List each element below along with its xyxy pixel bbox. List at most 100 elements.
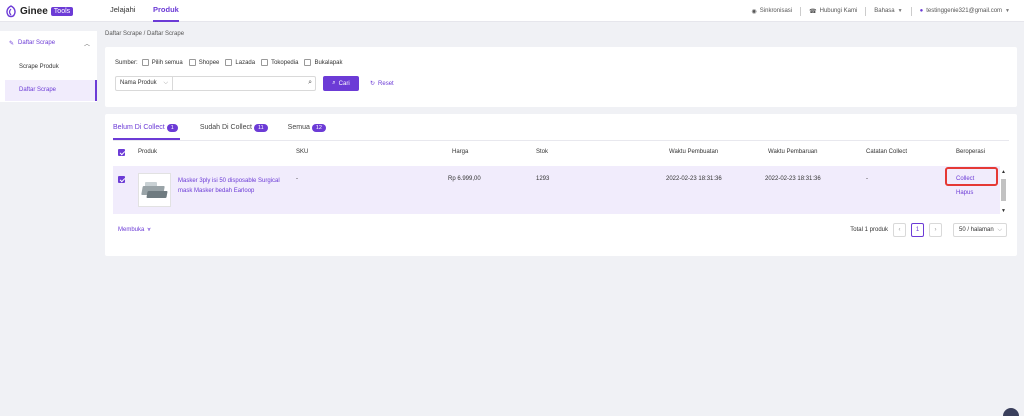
chevron-down-icon: ⌵ bbox=[997, 227, 1002, 233]
tab-label: Semua bbox=[287, 124, 310, 131]
sync-button[interactable]: ◉ Sinkronisasi bbox=[752, 8, 793, 15]
search-button[interactable]: ⌕ Cari bbox=[323, 76, 359, 91]
user-dropdown[interactable]: ● testinggenie321@gmail.com ▼ bbox=[920, 8, 1010, 14]
page-size-value: 50 / halaman bbox=[959, 227, 994, 233]
refresh-icon: ↻ bbox=[370, 81, 376, 87]
reset-button[interactable]: ↻ Reset bbox=[370, 80, 394, 88]
column-header-waktu-pembuatan: Waktu Pembuatan bbox=[669, 149, 719, 155]
search-icon: ⌕ bbox=[332, 80, 336, 86]
breadcrumb: Daftar Scrape / Daftar Scrape bbox=[105, 31, 185, 37]
total-count: Total 1 produk bbox=[850, 227, 888, 233]
tab-count-badge: 11 bbox=[253, 124, 268, 132]
help-chat-button[interactable] bbox=[1003, 408, 1019, 416]
reset-button-label: Reset bbox=[378, 80, 394, 87]
logo[interactable]: Ginee Tools bbox=[5, 4, 74, 18]
top-right-menu: ◉ Sinkronisasi ☎ Hubungi Kami Bahasa ▼ ●… bbox=[752, 0, 1010, 22]
source-label: Sumber: bbox=[115, 59, 138, 66]
source-option-label: Shopee bbox=[198, 59, 220, 66]
checkbox[interactable] bbox=[141, 59, 149, 66]
source-option-label: Lazada bbox=[235, 59, 256, 66]
double-chevron-down-icon: ⩔ bbox=[147, 227, 151, 233]
thumbnail-shape bbox=[146, 191, 168, 198]
source-filter: Sumber: Pilih semua Shopee Lazada Tokope… bbox=[115, 59, 344, 66]
chevron-down-icon: ⌵ bbox=[163, 80, 168, 86]
scroll-thumb[interactable] bbox=[1001, 179, 1006, 201]
tab-label: Sudah Di Collect bbox=[199, 124, 252, 131]
divider bbox=[865, 6, 867, 16]
source-lazada[interactable]: Lazada bbox=[225, 59, 255, 66]
row-checkbox[interactable] bbox=[118, 176, 125, 183]
tab-label: Belum Di Collect bbox=[113, 124, 165, 131]
page-button[interactable]: 1 bbox=[911, 223, 924, 237]
chevron-up-icon: ︿ bbox=[83, 42, 90, 48]
pagination: Total 1 produk ‹ 1 › 50 / halaman ⌵ bbox=[850, 223, 1007, 237]
sidebar-item-daftar-scrape[interactable]: Daftar Scrape bbox=[5, 80, 97, 101]
sidebar-group-daftar-scrape[interactable]: ✎ Daftar Scrape ︿ bbox=[5, 34, 97, 52]
source-tokopedia[interactable]: Tokopedia bbox=[261, 59, 298, 66]
tab-count-badge: 12 bbox=[311, 124, 326, 132]
scroll-down-icon[interactable]: ▼ bbox=[1001, 208, 1006, 214]
language-dropdown[interactable]: Bahasa ▼ bbox=[874, 8, 902, 14]
open-link[interactable]: Membuka ⩔ bbox=[118, 227, 151, 234]
checkbox[interactable] bbox=[304, 59, 312, 66]
caret-down-icon: ▼ bbox=[897, 8, 903, 14]
contact-button[interactable]: ☎ Hubungi Kami bbox=[809, 8, 857, 15]
search-field-select[interactable]: Nama Produk ⌵ bbox=[115, 76, 173, 91]
nav-jelajahi[interactable]: Jelajahi bbox=[110, 0, 135, 22]
table-row[interactable]: Masker 3ply isi 50 disposable Surgical m… bbox=[113, 166, 1000, 214]
select-all-checkbox[interactable] bbox=[118, 149, 125, 156]
table-header: Produk SKU Harga Stok Waktu Pembuatan Wa… bbox=[113, 145, 1009, 161]
collect-tabs: Belum Di Collect 1 Sudah Di Collect 11 S… bbox=[113, 120, 326, 140]
tab-belum-di-collect[interactable]: Belum Di Collect 1 bbox=[113, 120, 180, 140]
cell-sku: - bbox=[296, 176, 298, 182]
product-table-panel: Belum Di Collect 1 Sudah Di Collect 11 S… bbox=[105, 114, 1017, 256]
source-select-all[interactable]: Pilih semua bbox=[141, 59, 183, 66]
source-shopee[interactable]: Shopee bbox=[188, 59, 220, 66]
column-header-catatan-collect: Catatan Collect bbox=[866, 149, 908, 155]
scroll-up-icon[interactable]: ▲ bbox=[1001, 169, 1006, 175]
prev-page-button[interactable]: ‹ bbox=[893, 223, 906, 237]
annotation-highlight-box bbox=[945, 167, 998, 186]
logo-badge: Tools bbox=[50, 6, 74, 16]
search-button-label: Cari bbox=[338, 80, 350, 87]
search-row: Nama Produk ⌵ ⌕ ⌕ Cari ↻ Reset bbox=[115, 76, 394, 91]
product-thumbnail bbox=[138, 173, 171, 207]
search-icon[interactable]: ⌕ bbox=[308, 79, 312, 87]
column-header-beroperasi: Beroperasi bbox=[956, 149, 986, 155]
search-input[interactable]: ⌕ bbox=[173, 76, 316, 91]
open-link-label: Membuka bbox=[118, 227, 145, 233]
next-page-button[interactable]: › bbox=[929, 223, 942, 237]
checkbox[interactable] bbox=[261, 59, 269, 66]
divider bbox=[910, 6, 912, 16]
delete-link[interactable]: Hapus bbox=[956, 190, 973, 196]
headset-icon: ☎ bbox=[809, 8, 817, 15]
search-field-value: Nama Produk bbox=[120, 80, 157, 86]
sidebar: ✎ Daftar Scrape ︿ Scrape Produk Daftar S… bbox=[0, 31, 97, 102]
user-email: testinggenie321@gmail.com bbox=[926, 8, 1003, 14]
cell-price: Rp 6.999,00 bbox=[448, 176, 481, 182]
cell-updated: 2022-02-23 18:31:36 bbox=[765, 176, 821, 182]
contact-label: Hubungi Kami bbox=[819, 8, 858, 14]
source-bukalapak[interactable]: Bukalapak bbox=[304, 59, 342, 66]
scrape-icon: ✎ bbox=[9, 40, 15, 47]
table-scrollbar[interactable]: ▲ ▼ bbox=[1000, 169, 1007, 214]
column-header-waktu-pembaruan: Waktu Pembaruan bbox=[768, 149, 818, 155]
product-name-link[interactable]: Masker 3ply isi 50 disposable Surgical m… bbox=[178, 176, 288, 196]
language-label: Bahasa bbox=[874, 8, 895, 14]
checkbox[interactable] bbox=[188, 59, 196, 66]
top-navbar: Ginee Tools Jelajahi Produk ◉ Sinkronisa… bbox=[0, 0, 1024, 22]
sidebar-group-label: Daftar Scrape bbox=[18, 40, 56, 46]
checkbox[interactable] bbox=[225, 59, 233, 66]
caret-down-icon: ▼ bbox=[1005, 8, 1010, 14]
cell-created: 2022-02-23 18:31:36 bbox=[666, 176, 722, 182]
page-size-select[interactable]: 50 / halaman ⌵ bbox=[953, 223, 1007, 237]
tab-sudah-di-collect[interactable]: Sudah Di Collect 11 bbox=[200, 120, 268, 140]
eye-icon: ◉ bbox=[751, 8, 757, 15]
sidebar-item-scrape-produk[interactable]: Scrape Produk bbox=[5, 57, 97, 78]
nav-produk[interactable]: Produk bbox=[153, 0, 179, 22]
logo-text: Ginee bbox=[20, 5, 48, 17]
tab-semua[interactable]: Semua 12 bbox=[288, 120, 326, 140]
tabs-divider bbox=[113, 140, 1009, 141]
column-header-harga: Harga bbox=[452, 149, 469, 155]
source-option-label: Tokopedia bbox=[271, 59, 299, 66]
